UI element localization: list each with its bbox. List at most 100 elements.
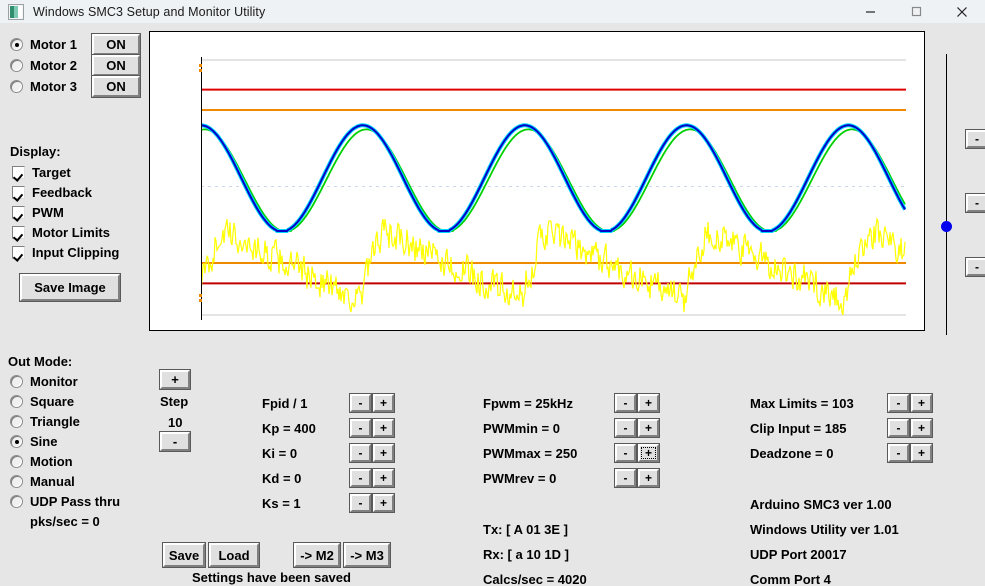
fpwm-plus-button[interactable]: +	[637, 393, 660, 413]
ks-label: Ks = 1	[262, 496, 301, 511]
radio-indicator-icon	[10, 455, 23, 468]
radio-out-mode-manual[interactable]: Manual	[10, 474, 75, 489]
gauge-minus-button-1[interactable]: -	[965, 129, 985, 149]
save-image-button[interactable]: Save Image	[19, 273, 121, 302]
radio-out-mode-motion[interactable]: Motion	[10, 454, 73, 469]
tx-value: Tx: [ A 01 3E ]	[483, 522, 569, 537]
checkbox-label: Motor Limits	[32, 225, 110, 240]
radio-out-mode-monitor[interactable]: Monitor	[10, 374, 78, 389]
gauge-track[interactable]	[946, 54, 947, 335]
radio-out-mode-square[interactable]: Square	[10, 394, 74, 409]
pwmmin-label: PWMmin = 0	[483, 421, 560, 436]
pwmrev-minus-button[interactable]: -	[614, 468, 637, 488]
radio-out-mode-udp-pass-thru[interactable]: UDP Pass thru	[10, 494, 120, 509]
axis-tick-clip-high-icon	[199, 64, 202, 67]
checkbox-motor-limits[interactable]: Motor Limits	[12, 225, 110, 240]
kd-label: Kd = 0	[262, 471, 302, 486]
checkbox-check-icon	[12, 226, 25, 239]
calcs-per-sec-value: Calcs/sec = 4020	[483, 572, 587, 586]
axis-tick-clip-low-2-icon	[199, 299, 202, 302]
step-label: Step	[160, 394, 189, 409]
pwmmin-minus-button[interactable]: -	[614, 418, 637, 438]
radio-indicator-icon	[10, 495, 23, 508]
checkbox-check-icon	[12, 246, 25, 259]
step-value: 10	[168, 415, 183, 430]
step-increment-button[interactable]: +	[159, 369, 191, 390]
radio-indicator-icon	[10, 59, 23, 72]
axis-tick-clip-high-2-icon	[199, 69, 202, 72]
kd-plus-button[interactable]: +	[372, 468, 395, 488]
scope-plot-area	[201, 57, 906, 317]
axis-tick-clip-low-icon	[199, 294, 202, 297]
radio-indicator-icon	[10, 38, 23, 51]
radio-label: Motor 2	[30, 58, 77, 73]
pks-per-sec-value: pks/sec = 0	[30, 514, 100, 529]
checkbox-check-icon	[12, 186, 25, 199]
ki-plus-button[interactable]: +	[372, 443, 395, 463]
radio-indicator-icon	[10, 475, 23, 488]
radio-label: Triangle	[30, 414, 80, 429]
clip-input-plus-button[interactable]: +	[910, 418, 933, 438]
kd-minus-button[interactable]: -	[349, 468, 372, 488]
window-titlebar: Windows SMC3 Setup and Monitor Utility	[0, 0, 985, 23]
window-controls	[847, 0, 985, 23]
close-button[interactable]	[939, 0, 985, 23]
fpwm-minus-button[interactable]: -	[614, 393, 637, 413]
checkbox-input-clipping[interactable]: Input Clipping	[12, 245, 119, 260]
checkbox-pwm[interactable]: PWM	[12, 205, 64, 220]
load-button[interactable]: Load	[208, 542, 260, 568]
max-limits-minus-button[interactable]: -	[887, 393, 910, 413]
chart-y-axis	[201, 57, 202, 320]
gauge-minus-button-2[interactable]: -	[965, 193, 985, 213]
motor-3-on-button[interactable]: ON	[91, 75, 141, 98]
ki-label: Ki = 0	[262, 446, 298, 461]
radio-motor-2[interactable]: Motor 2	[10, 58, 77, 73]
radio-indicator-icon	[10, 80, 23, 93]
ks-plus-button[interactable]: +	[372, 493, 395, 513]
display-heading: Display:	[10, 144, 61, 159]
kp-label: Kp = 400	[262, 421, 316, 436]
client-area: Motor 1 Motor 2 Motor 3 ON ON ON Display…	[0, 23, 985, 586]
deadzone-minus-button[interactable]: -	[887, 443, 910, 463]
pwmrev-label: PWMrev = 0	[483, 471, 557, 486]
pwmmin-plus-button[interactable]: +	[637, 418, 660, 438]
radio-out-mode-triangle[interactable]: Triangle	[10, 414, 80, 429]
copy-to-m3-button[interactable]: -> M3	[343, 542, 391, 568]
checkbox-check-icon	[12, 206, 25, 219]
radio-label: Motor 1	[30, 37, 77, 52]
ki-minus-button[interactable]: -	[349, 443, 372, 463]
checkbox-label: PWM	[32, 205, 64, 220]
fpid-plus-button[interactable]: +	[372, 393, 395, 413]
ks-minus-button[interactable]: -	[349, 493, 372, 513]
kp-minus-button[interactable]: -	[349, 418, 372, 438]
radio-motor-1[interactable]: Motor 1	[10, 37, 77, 52]
pwmmax-minus-button[interactable]: -	[614, 443, 637, 463]
gauge-thumb[interactable]	[941, 221, 952, 232]
application-window: Windows SMC3 Setup and Monitor Utility M…	[0, 0, 985, 586]
deadzone-plus-button[interactable]: +	[910, 443, 933, 463]
checkbox-feedback[interactable]: Feedback	[12, 185, 92, 200]
checkbox-label: Feedback	[32, 185, 92, 200]
copy-to-m2-button[interactable]: -> M2	[293, 542, 341, 568]
motor-2-on-button[interactable]: ON	[91, 54, 141, 77]
radio-indicator-icon	[10, 435, 23, 448]
radio-out-mode-sine[interactable]: Sine	[10, 434, 57, 449]
app-window-icon	[8, 3, 24, 20]
maximize-button[interactable]	[893, 0, 939, 23]
motor-1-on-button[interactable]: ON	[91, 33, 141, 56]
checkbox-target[interactable]: Target	[12, 165, 71, 180]
window-title: Windows SMC3 Setup and Monitor Utility	[33, 4, 266, 19]
fpid-minus-button[interactable]: -	[349, 393, 372, 413]
pwmmax-plus-button[interactable]: +	[637, 443, 660, 463]
kp-plus-button[interactable]: +	[372, 418, 395, 438]
max-limits-label: Max Limits = 103	[750, 396, 854, 411]
pwmrev-plus-button[interactable]: +	[637, 468, 660, 488]
save-button[interactable]: Save	[162, 542, 206, 568]
radio-motor-3[interactable]: Motor 3	[10, 79, 77, 94]
gauge-minus-button-3[interactable]: -	[965, 257, 985, 277]
max-limits-plus-button[interactable]: +	[910, 393, 933, 413]
clip-input-minus-button[interactable]: -	[887, 418, 910, 438]
step-decrement-button[interactable]: -	[159, 431, 191, 452]
minimize-button[interactable]	[847, 0, 893, 23]
scope-svg	[201, 59, 906, 316]
